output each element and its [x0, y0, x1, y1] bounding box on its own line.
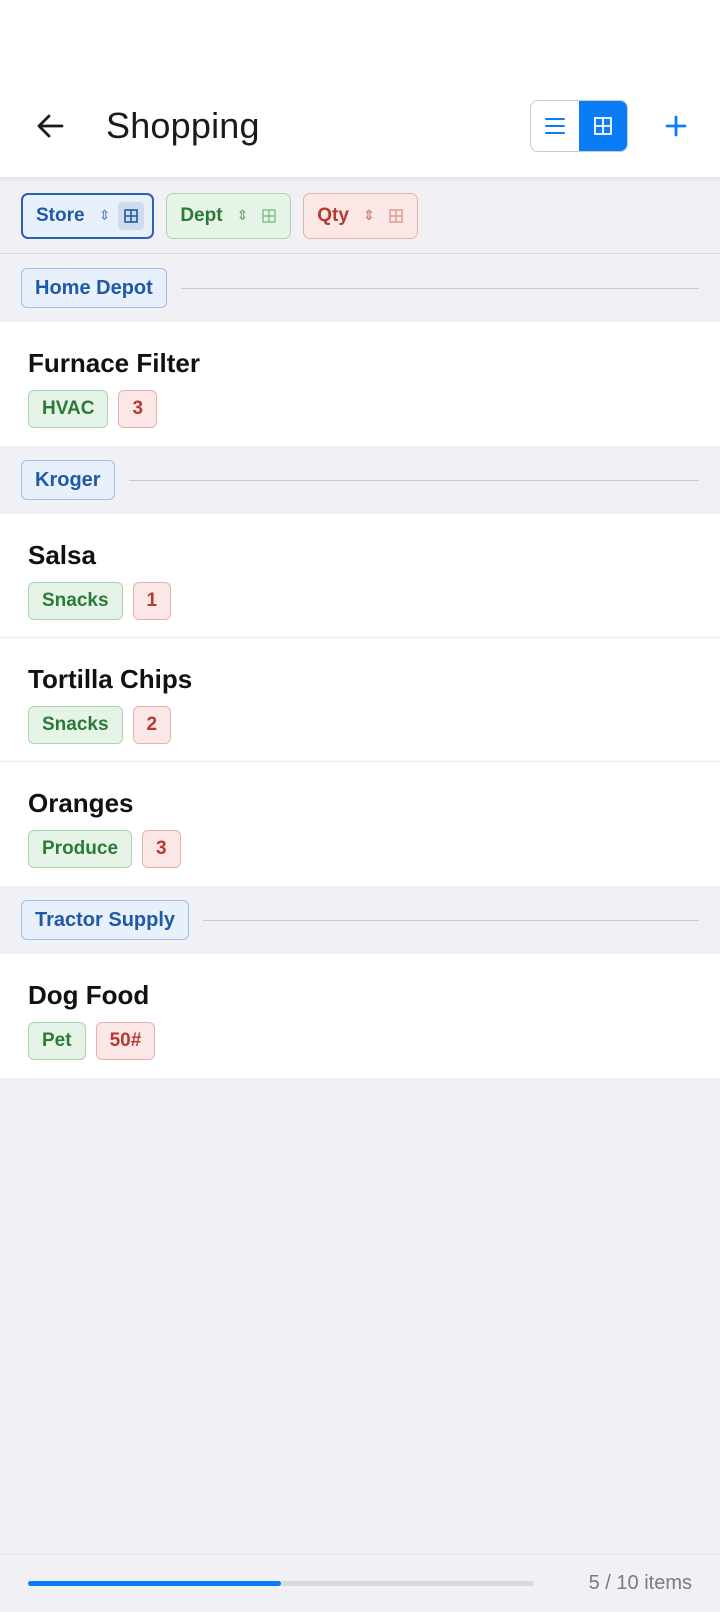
group-header: Tractor Supply [0, 886, 720, 954]
app-header: Shopping [0, 74, 720, 178]
filter-chip-label: Store [36, 204, 85, 226]
group-icon[interactable] [256, 202, 282, 230]
dept-badge: HVAC [28, 390, 109, 428]
store-group-tag[interactable]: Home Depot [21, 268, 167, 308]
list-item[interactable]: Tortilla Chips Snacks 2 [0, 638, 720, 762]
store-group-tag[interactable]: Tractor Supply [21, 900, 190, 940]
add-item-button[interactable] [654, 104, 698, 148]
list-item[interactable]: Dog Food Pet 50# [0, 954, 720, 1078]
filter-bar: Store ⇕ Dept ⇕ Qty ⇕ [0, 178, 720, 254]
group-header: Home Depot [0, 254, 720, 322]
dept-badge: Produce [28, 830, 133, 868]
plus-icon [665, 115, 687, 136]
grid-view-button[interactable] [579, 100, 627, 151]
status-bar-area [0, 0, 720, 74]
arrow-left-icon [37, 114, 64, 137]
divider [128, 479, 699, 481]
filter-chip-label: Qty [317, 204, 349, 226]
store-group-tag[interactable]: Kroger [21, 460, 115, 500]
grid-icon [594, 116, 612, 135]
qty-badge: 3 [118, 390, 158, 428]
group-icon[interactable] [383, 202, 409, 230]
divider [203, 919, 699, 921]
item-name: Furnace Filter [28, 348, 200, 378]
sort-icon[interactable]: ⇕ [237, 207, 249, 224]
qty-badge: 2 [132, 706, 172, 744]
page-title: Shopping [106, 104, 260, 146]
list-item[interactable]: Furnace Filter HVAC 3 [0, 322, 720, 446]
list-view-button[interactable] [531, 101, 579, 151]
item-name: Salsa [28, 540, 96, 570]
group-icon[interactable] [118, 201, 145, 230]
list-item[interactable]: Oranges Produce 3 [0, 762, 720, 886]
sort-icon[interactable]: ⇕ [363, 207, 375, 224]
filter-chip-label: Dept [180, 204, 223, 226]
filter-chip-dept[interactable]: Dept ⇕ [166, 192, 292, 239]
sort-icon[interactable]: ⇕ [99, 207, 111, 224]
qty-badge: 1 [132, 582, 172, 620]
filter-chip-qty[interactable]: Qty ⇕ [303, 192, 418, 239]
list-icon [545, 117, 565, 134]
item-count: 5 / 10 items [588, 1572, 692, 1594]
progress-footer: 5 / 10 items [0, 1554, 720, 1612]
item-name: Tortilla Chips [28, 664, 193, 694]
progress-bar [28, 1581, 534, 1586]
group-header: Kroger [0, 446, 720, 514]
qty-badge: 50# [95, 1022, 156, 1060]
divider [180, 287, 699, 289]
list-item[interactable]: Salsa Snacks 1 [0, 514, 720, 638]
dept-badge: Snacks [28, 706, 123, 744]
item-name: Oranges [28, 788, 134, 818]
filter-chip-store[interactable]: Store ⇕ [21, 192, 155, 239]
view-toggle [530, 99, 628, 152]
dept-badge: Snacks [28, 582, 123, 620]
qty-badge: 3 [142, 830, 181, 868]
dept-badge: Pet [28, 1022, 86, 1060]
back-button[interactable] [28, 104, 72, 148]
item-name: Dog Food [28, 980, 150, 1010]
progress-fill [28, 1581, 281, 1586]
